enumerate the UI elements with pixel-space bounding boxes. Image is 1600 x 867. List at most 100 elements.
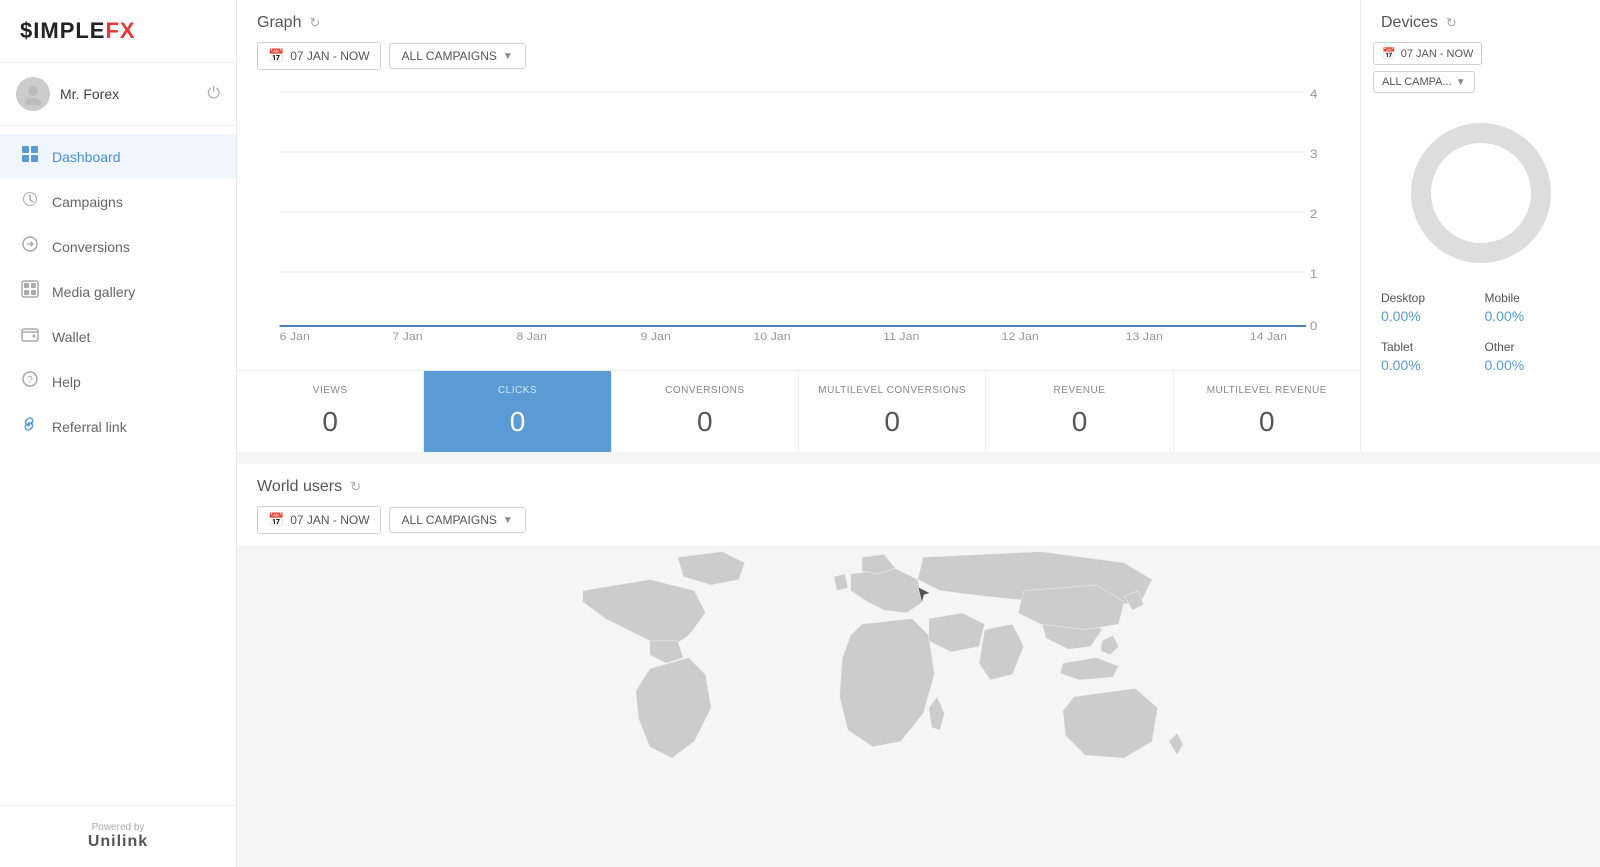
conversions-icon — [20, 235, 40, 258]
sidebar-item-conversions[interactable]: Conversions — [0, 224, 236, 269]
stat-multilevel-revenue-label: MULTILEVEL REVENUE — [1182, 385, 1352, 396]
stat-multilevel-revenue[interactable]: MULTILEVEL REVENUE 0 — [1174, 371, 1360, 452]
svg-text:8 Jan: 8 Jan — [516, 331, 546, 342]
graph-campaign-label: ALL CAMPAIGNS — [402, 49, 497, 63]
svg-text:0: 0 — [1310, 319, 1318, 333]
nav-menu: Dashboard Campaigns Conversions Media ga… — [0, 126, 236, 805]
sidebar-label-conversions: Conversions — [52, 239, 130, 255]
svg-text:13 Jan: 13 Jan — [1126, 331, 1163, 342]
calendar-icon: 📅 — [268, 48, 284, 64]
stat-views[interactable]: VIEWS 0 — [237, 371, 424, 452]
devices-filter-bar: 📅 07 JAN - NOW ALL CAMPA... ▼ — [1361, 42, 1600, 103]
svg-text:10 Jan: 10 Jan — [753, 331, 790, 342]
world-campaign-dropdown-arrow: ▼ — [503, 515, 513, 526]
svg-text:4: 4 — [1310, 87, 1318, 101]
world-users-campaign-label: ALL CAMPAIGNS — [402, 513, 497, 527]
graph-refresh-icon[interactable]: ↻ — [309, 15, 320, 31]
svg-text:1: 1 — [1310, 267, 1318, 281]
sidebar-item-help[interactable]: ? Help — [0, 359, 236, 404]
device-stats: Desktop 0.00% Mobile 0.00% Tablet 0.00% … — [1361, 283, 1600, 397]
stat-revenue-value: 0 — [994, 406, 1164, 438]
devices-dropdown-arrow: ▼ — [1456, 77, 1466, 88]
stat-clicks-label: CLICKS — [432, 385, 602, 396]
stat-multilevel-conversions-label: MULTILEVEL CONVERSIONS — [807, 385, 977, 396]
graph-header: Graph ↻ — [237, 0, 1360, 42]
device-stat-tablet: Tablet 0.00% — [1377, 332, 1481, 381]
campaign-dropdown-arrow: ▼ — [503, 51, 513, 62]
main-content: Graph ↻ 📅 07 JAN - NOW ALL CAMPAIGNS ▼ 4 — [237, 0, 1600, 867]
device-other-value: 0.00% — [1485, 357, 1581, 373]
world-users-header: World users ↻ — [237, 464, 1600, 506]
chart-svg: 4 3 2 1 0 6 Jan 7 Jan 8 Jan 9 Jan — [257, 82, 1340, 342]
graph-title: Graph — [257, 14, 301, 32]
sidebar-label-campaigns: Campaigns — [52, 194, 123, 210]
top-panels: Graph ↻ 📅 07 JAN - NOW ALL CAMPAIGNS ▼ 4 — [237, 0, 1600, 452]
graph-panel: Graph ↻ 📅 07 JAN - NOW ALL CAMPAIGNS ▼ 4 — [237, 0, 1360, 452]
stat-conversions-value: 0 — [620, 406, 790, 438]
wallet-icon — [20, 325, 40, 348]
user-info: Mr. Forex — [16, 77, 119, 111]
stat-clicks-value: 0 — [432, 406, 602, 438]
stats-row: VIEWS 0 CLICKS 0 CONVERSIONS 0 MULTILEVE… — [237, 370, 1360, 452]
logo-fx: FX — [105, 18, 135, 43]
device-mobile-label: Mobile — [1485, 291, 1581, 305]
svg-text:3: 3 — [1310, 147, 1318, 161]
chart-area: 4 3 2 1 0 6 Jan 7 Jan 8 Jan 9 Jan — [237, 82, 1360, 362]
sidebar-label-dashboard: Dashboard — [52, 149, 121, 165]
world-users-section: World users ↻ 📅 07 JAN - NOW ALL CAMPAIG… — [237, 464, 1600, 786]
sidebar-item-dashboard[interactable]: Dashboard — [0, 134, 236, 179]
unilink-brand: Unilink — [20, 833, 216, 851]
device-stat-mobile: Mobile 0.00% — [1481, 283, 1585, 332]
world-users-refresh-icon[interactable]: ↻ — [350, 479, 361, 495]
device-tablet-value: 0.00% — [1381, 357, 1477, 373]
stat-multilevel-conversions-value: 0 — [807, 406, 977, 438]
sidebar-footer: Powered by Unilink — [0, 805, 236, 867]
devices-refresh-icon[interactable]: ↻ — [1446, 15, 1457, 31]
stat-clicks[interactable]: CLICKS 0 — [424, 371, 611, 452]
logo-dollar: $ — [20, 18, 33, 43]
help-icon: ? — [20, 370, 40, 393]
device-stat-other: Other 0.00% — [1481, 332, 1585, 381]
world-users-date-button[interactable]: 📅 07 JAN - NOW — [257, 506, 381, 534]
devices-title: Devices — [1381, 14, 1438, 32]
svg-text:9 Jan: 9 Jan — [641, 331, 671, 342]
svg-text:2: 2 — [1310, 207, 1318, 221]
donut-chart — [1401, 113, 1561, 273]
devices-campaign-label: ALL CAMPA... — [1382, 76, 1452, 88]
svg-text:?: ? — [27, 375, 33, 386]
logo-simple: IMPLE — [33, 18, 105, 43]
devices-header: Devices ↻ — [1361, 0, 1600, 42]
stat-multilevel-revenue-value: 0 — [1182, 406, 1352, 438]
sidebar-item-campaigns[interactable]: Campaigns — [0, 179, 236, 224]
graph-filter-bar: 📅 07 JAN - NOW ALL CAMPAIGNS ▼ — [237, 42, 1360, 82]
stat-multilevel-conversions[interactable]: MULTILEVEL CONVERSIONS 0 — [799, 371, 986, 452]
stat-conversions-label: CONVERSIONS — [620, 385, 790, 396]
world-users-filter-bar: 📅 07 JAN - NOW ALL CAMPAIGNS ▼ — [237, 506, 1600, 546]
devices-date-button[interactable]: 📅 07 JAN - NOW — [1373, 42, 1482, 65]
world-calendar-icon: 📅 — [268, 512, 284, 528]
sidebar-item-wallet[interactable]: Wallet — [0, 314, 236, 359]
sidebar-label-help: Help — [52, 374, 81, 390]
sidebar-label-media-gallery: Media gallery — [52, 284, 135, 300]
sidebar-label-referral-link: Referral link — [52, 419, 127, 435]
sidebar-item-referral-link[interactable]: Referral link — [0, 404, 236, 449]
world-map-area — [237, 546, 1600, 786]
stat-conversions[interactable]: CONVERSIONS 0 — [612, 371, 799, 452]
media-gallery-icon — [20, 280, 40, 303]
device-stat-desktop: Desktop 0.00% — [1377, 283, 1481, 332]
world-map-svg — [237, 546, 1600, 786]
sidebar-item-media-gallery[interactable]: Media gallery — [0, 269, 236, 314]
world-users-campaign-button[interactable]: ALL CAMPAIGNS ▼ — [389, 507, 526, 533]
devices-calendar-icon: 📅 — [1382, 47, 1396, 60]
svg-text:6 Jan: 6 Jan — [280, 331, 310, 342]
sidebar: $IMPLEFX Mr. Forex ⏻ Dashboard Campaigns — [0, 0, 237, 867]
graph-date-button[interactable]: 📅 07 JAN - NOW — [257, 42, 381, 70]
devices-campaign-button[interactable]: ALL CAMPA... ▼ — [1373, 71, 1475, 93]
dashboard-icon — [20, 145, 40, 168]
power-icon[interactable]: ⏻ — [207, 85, 220, 103]
svg-text:11 Jan: 11 Jan — [883, 331, 919, 342]
world-users-title: World users — [257, 478, 342, 496]
world-users-date-label: 07 JAN - NOW — [290, 513, 369, 527]
graph-campaign-button[interactable]: ALL CAMPAIGNS ▼ — [389, 43, 526, 69]
stat-revenue[interactable]: REVENUE 0 — [986, 371, 1173, 452]
